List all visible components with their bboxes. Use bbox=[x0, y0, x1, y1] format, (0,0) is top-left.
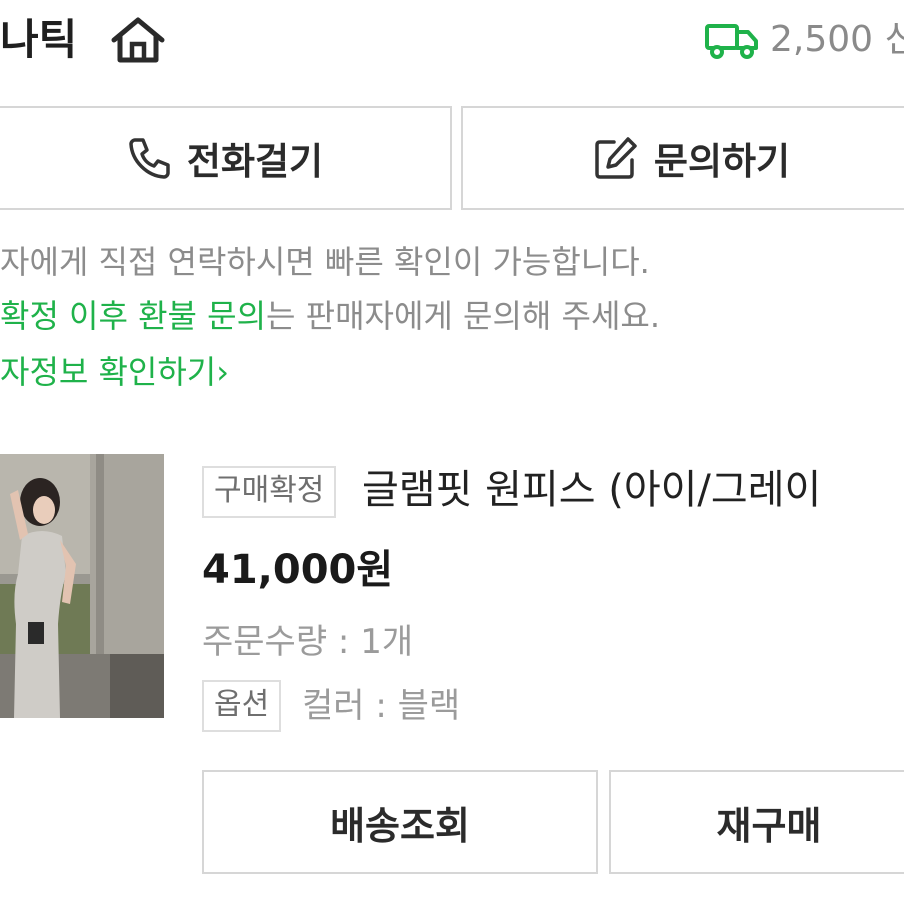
shipping-fee: 2,500 신 bbox=[704, 12, 904, 68]
option-badge: 옵션 bbox=[202, 680, 282, 732]
option-value: 컬러 : 블랙 bbox=[302, 686, 461, 726]
rebuy-button[interactable]: 재구매 bbox=[609, 770, 904, 874]
truck-icon bbox=[705, 24, 758, 59]
rebuy-label: 재구매 bbox=[716, 803, 822, 848]
call-button[interactable]: 전화걸기 bbox=[0, 106, 452, 210]
status-badge: 구매확정 bbox=[202, 466, 337, 518]
chevron-right-icon: › bbox=[216, 353, 230, 391]
notice-refund-highlight: 확정 이후 환불 문의 bbox=[0, 297, 267, 335]
edit-icon bbox=[595, 137, 637, 179]
seller-info-label: 자정보 확인하기 bbox=[0, 353, 217, 391]
store-name[interactable]: 나틱 bbox=[0, 12, 77, 68]
order-detail-page: 나틱 2,500 신 전화걸기 문의하기 자에게 직접 연락하시면 빠른 확인이… bbox=[0, 0, 904, 904]
home-icon[interactable] bbox=[108, 14, 168, 66]
product-image[interactable] bbox=[0, 454, 164, 718]
product-price: 41,000원 bbox=[202, 547, 394, 593]
inquiry-button-label: 문의하기 bbox=[653, 140, 791, 183]
track-delivery-label: 배송조회 bbox=[330, 803, 470, 848]
notice-contact: 자에게 직접 연락하시면 빠른 확인이 가능합니다. bbox=[0, 243, 650, 281]
phone-icon bbox=[129, 138, 170, 179]
order-quantity: 주문수량 : 1개 bbox=[202, 622, 414, 662]
call-button-label: 전화걸기 bbox=[186, 140, 324, 183]
notice-refund: 확정 이후 환불 문의는 판매자에게 문의해 주세요. bbox=[0, 294, 660, 338]
inquiry-button[interactable]: 문의하기 bbox=[461, 106, 904, 210]
shipping-fee-text: 2,500 신 bbox=[770, 19, 904, 60]
track-delivery-button[interactable]: 배송조회 bbox=[202, 770, 598, 874]
seller-info-link[interactable]: 자정보 확인하기› bbox=[0, 350, 229, 394]
product-title[interactable]: 글램핏 원피스 (아이/그레이 bbox=[362, 462, 821, 518]
notice-refund-rest: 는 판매자에게 문의해 주세요. bbox=[266, 297, 661, 335]
